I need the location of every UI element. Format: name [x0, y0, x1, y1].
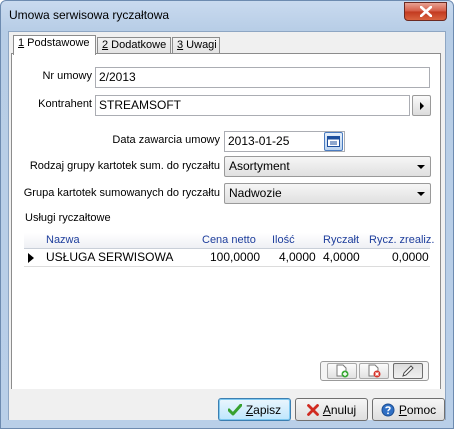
cancel-button-label: Anuluj: [322, 402, 357, 417]
close-icon: [419, 6, 432, 17]
cell-ilosc: 4,0000: [279, 250, 316, 264]
rodzaj-grupy-select[interactable]: Asortyment: [224, 156, 431, 177]
column-header-cena-netto[interactable]: Cena netto: [202, 234, 256, 246]
help-button[interactable]: Pomoc: [372, 398, 445, 421]
data-zawarcia-label: Data zawarcia umowy: [112, 134, 220, 146]
column-header-ilosc[interactable]: Ilość: [272, 234, 295, 246]
calendar-icon: [327, 136, 340, 147]
table-row[interactable]: USŁUGA SERWISOWA 100,0000 4,0000 4,0000 …: [24, 249, 430, 267]
close-button[interactable]: [404, 2, 447, 21]
kontrahent-label: Kontrahent: [38, 98, 92, 110]
cancel-x-icon: [306, 403, 319, 416]
rodzaj-grupy-label: Rodzaj grupy kartotek sum. do ryczałtu: [29, 160, 220, 172]
dialog-footer: Zapisz Anuluj Pomoc: [9, 389, 445, 421]
tab-panel-podstawowe: Nr umowy 2/2013 Kontrahent STREAMSOFT Da…: [11, 53, 441, 390]
kontrahent-select-button[interactable]: [412, 95, 431, 116]
delete-document-icon: [368, 364, 381, 378]
edit-pencil-icon: [402, 365, 414, 377]
cancel-button[interactable]: Anuluj: [295, 398, 368, 421]
window-title: Umowa serwisowa ryczałtowa: [9, 8, 170, 22]
grid-header: Nazwa Cena netto Ilość Ryczałt Rycz. zre…: [24, 233, 434, 249]
checkmark-icon: [227, 403, 242, 415]
tab-uwagi[interactable]: 3 Uwagi: [172, 37, 220, 54]
uslugi-ryczaltowe-label: Usługi ryczałtowe: [25, 212, 111, 224]
nr-umowy-input[interactable]: 2/2013: [95, 67, 430, 88]
cell-cena-netto: 100,0000: [210, 250, 261, 264]
arrow-right-icon: [419, 101, 424, 110]
chevron-down-icon: [417, 165, 425, 169]
column-header-rycz-zrealiz[interactable]: Rycz. zrealiz.: [369, 234, 434, 246]
chevron-down-icon: [417, 192, 425, 196]
edit-row-button[interactable]: [393, 363, 423, 379]
row-pointer-icon: [28, 253, 34, 263]
save-button-label: Zapisz: [245, 402, 282, 417]
column-header-nazwa[interactable]: Nazwa: [46, 234, 80, 246]
dialog-window: Umowa serwisowa ryczałtowa 1 Podstawowe …: [0, 0, 454, 429]
add-document-icon: [336, 364, 349, 378]
grid-toolbar: [320, 361, 429, 381]
rodzaj-grupy-value: Asortyment: [229, 159, 290, 173]
help-button-label: Pomoc: [398, 402, 437, 417]
cell-nazwa: USŁUGA SERWISOWA: [46, 250, 174, 264]
grupa-kartotek-select[interactable]: Nadwozie: [224, 183, 431, 204]
nr-umowy-label: Nr umowy: [42, 70, 92, 82]
tab-label: Podstawowe: [24, 37, 90, 49]
kontrahent-input[interactable]: STREAMSOFT: [95, 95, 410, 116]
tab-podstawowe[interactable]: 1 Podstawowe: [13, 35, 96, 55]
grupa-kartotek-value: Nadwozie: [229, 186, 282, 200]
title-bar: Umowa serwisowa ryczałtowa: [1, 1, 453, 31]
save-button[interactable]: Zapisz: [218, 398, 291, 421]
tab-dodatkowe[interactable]: 2 Dodatkowe: [97, 37, 171, 54]
tab-label: Uwagi: [183, 39, 217, 51]
add-row-button[interactable]: [327, 363, 357, 379]
help-icon: [381, 403, 395, 416]
dialog-client: 1 Podstawowe 2 Dodatkowe 3 Uwagi Nr umow…: [8, 31, 446, 421]
cell-ryczalt: 4,0000: [323, 250, 360, 264]
tab-label: Dodatkowe: [108, 39, 167, 51]
cell-rycz-zrealiz: 0,0000: [392, 250, 429, 264]
column-header-ryczalt[interactable]: Ryczałt: [323, 234, 359, 246]
delete-row-button[interactable]: [359, 363, 389, 379]
grupa-kartotek-label: Grupa kartotek sumowanych do ryczałtu: [23, 187, 220, 199]
calendar-button[interactable]: [324, 132, 343, 151]
